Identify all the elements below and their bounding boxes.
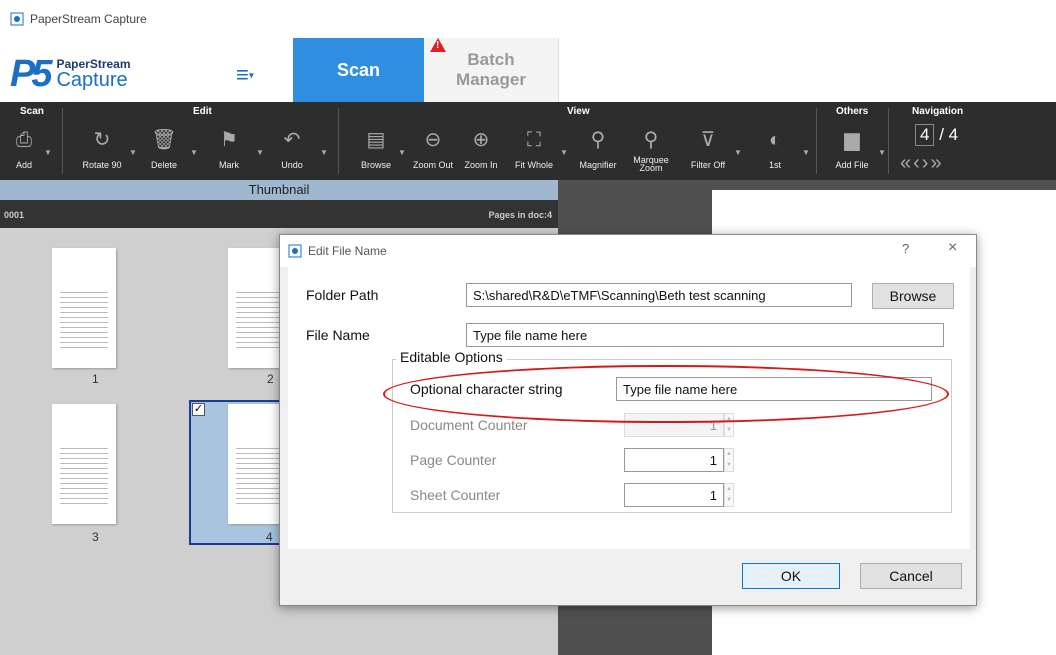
mark-button[interactable]: ⚑ Mark — [199, 126, 259, 170]
optional-string-input[interactable] — [616, 377, 932, 401]
thumbnail-number: 2 — [267, 372, 274, 386]
marquee-zoom-icon: ⚲ — [643, 129, 659, 151]
folder-path-input[interactable] — [466, 283, 852, 307]
chevron-down-icon[interactable]: ▼ — [734, 148, 742, 157]
page-counter-input[interactable] — [624, 448, 724, 472]
dialog-title: Edit File Name — [308, 244, 387, 258]
current-page-input[interactable]: 4 — [915, 124, 935, 146]
sheet-counter-spinner[interactable]: ▲ ▼ — [724, 483, 734, 507]
browse-view-button[interactable]: ▤ Browse — [346, 126, 406, 170]
thumbnail-page-1[interactable] — [52, 248, 116, 368]
chevron-down-icon[interactable]: ▼ — [320, 148, 328, 157]
chevron-down-icon[interactable]: ▼ — [560, 148, 568, 157]
folder-path-label: Folder Path — [306, 287, 379, 303]
dialog-body: Folder Path Browse File Name Editable Op… — [288, 267, 970, 549]
ribbon-separator — [888, 108, 889, 174]
thumbnail-doc-bar: 0001 Pages in doc:4 — [0, 200, 558, 228]
group-label-view: View — [567, 106, 590, 117]
thumbnail-number: 3 — [92, 530, 99, 544]
document-counter-spinner[interactable]: ▲ ▼ — [724, 413, 734, 437]
thumbnail-header: Thumbnail — [0, 180, 558, 200]
hamburger-menu-icon[interactable]: ≡▾ — [236, 62, 254, 88]
ribbon-toolbar: Scan Edit View Others Navigation ⎙ Add ▼ … — [0, 102, 1056, 180]
help-icon[interactable]: ? — [902, 241, 909, 256]
thumbnail-number: 4 — [266, 530, 273, 544]
trash-icon: 🗑 — [151, 129, 177, 151]
document-counter-label: Document Counter — [410, 417, 528, 433]
editable-options-legend: Editable Options — [396, 349, 507, 365]
add-file-button[interactable]: ▆ Add File — [822, 126, 882, 170]
browse-icon: ▤ — [366, 129, 386, 151]
zoom-in-icon: ⊕ — [472, 129, 490, 151]
paperstream-logo: P5 PaperStream Capture — [10, 52, 131, 96]
sheet-counter-input[interactable] — [624, 483, 724, 507]
add-file-icon: ▆ — [844, 129, 860, 151]
thumbnail-page-3[interactable] — [52, 404, 116, 524]
group-label-navigation: Navigation — [912, 106, 964, 117]
filter-off-icon: ⊽ — [700, 129, 716, 151]
tab-batch-label-1: Batch — [467, 50, 515, 70]
group-label-edit: Edit — [193, 106, 212, 117]
page-navigation-count: 4 / 4 — [915, 124, 958, 146]
rotate-icon: ↻ — [93, 129, 111, 151]
group-label-others: Others — [836, 106, 869, 117]
app-icon — [10, 12, 24, 26]
delete-button[interactable]: 🗑 Delete — [134, 126, 194, 170]
ok-button[interactable]: OK — [742, 563, 840, 589]
close-icon[interactable]: × — [948, 239, 957, 257]
thumbnail-checkbox[interactable]: ✓ — [192, 403, 205, 416]
last-page-arrow-icon[interactable]: » — [930, 152, 943, 174]
page-counter-label: Page Counter — [410, 452, 497, 468]
pages-in-doc: Pages in doc:4 — [488, 210, 552, 220]
cancel-button[interactable]: Cancel — [860, 563, 962, 589]
filter-off-button[interactable]: ⊽ Filter Off — [678, 126, 738, 170]
undo-icon: ↶ — [283, 129, 301, 151]
first-page-icon: ◐ — [768, 129, 782, 151]
zoom-in-button[interactable]: ⊕ Zoom In — [451, 126, 511, 170]
total-pages: 4 — [948, 125, 959, 144]
dialog-titlebar: Edit File Name ? × — [280, 235, 976, 267]
page-counter-spinner[interactable]: ▲ ▼ — [724, 448, 734, 472]
navigation-arrows: «‹›» — [900, 152, 944, 175]
chevron-down-icon[interactable]: ▼ — [44, 148, 52, 157]
marquee-zoom-button[interactable]: ⚲ Marquee Zoom — [621, 126, 681, 173]
thumbnail-number: 1 — [92, 372, 99, 386]
ribbon-separator — [816, 108, 817, 174]
logo-text-bottom: Capture — [56, 69, 128, 91]
chevron-down-icon[interactable]: ▼ — [190, 148, 198, 157]
fit-whole-icon: ⛶ — [527, 129, 541, 151]
chevron-down-icon[interactable]: ▼ — [802, 148, 810, 157]
group-label-scan: Scan — [20, 106, 44, 117]
tab-batch-label-2: Manager — [456, 70, 526, 89]
warning-triangle-icon — [430, 38, 446, 52]
ribbon-separator — [62, 108, 63, 174]
logo-mark: P5 — [10, 52, 53, 95]
prev-page-arrow-icon[interactable]: ‹ — [913, 152, 922, 174]
magnifier-icon: ⚲ — [590, 129, 606, 151]
undo-button[interactable]: ↶ Undo — [262, 126, 322, 170]
optional-string-label: Optional character string — [410, 381, 563, 397]
flag-icon: ⚑ — [220, 129, 238, 151]
tab-scan[interactable]: Scan — [293, 38, 424, 102]
file-name-label: File Name — [306, 327, 370, 343]
browse-button[interactable]: Browse — [872, 283, 954, 309]
sheet-counter-label: Sheet Counter — [410, 487, 501, 503]
fit-whole-button[interactable]: ⛶ Fit Whole — [504, 126, 564, 170]
edit-file-name-dialog: Edit File Name ? × Folder Path Browse Fi… — [279, 234, 977, 606]
first-page-button[interactable]: ◐ 1st — [745, 126, 805, 170]
chevron-down-icon[interactable]: ▼ — [878, 148, 886, 157]
app-icon — [288, 244, 302, 258]
first-page-arrow-icon[interactable]: « — [900, 152, 913, 174]
tab-scan-label: Scan — [336, 59, 381, 80]
dialog-footer: OK Cancel — [280, 549, 976, 605]
file-name-input[interactable] — [466, 323, 944, 347]
magnifier-button[interactable]: ⚲ Magnifier — [568, 126, 628, 170]
window-titlebar: PaperStream Capture — [0, 0, 1056, 38]
window-title: PaperStream Capture — [30, 12, 147, 26]
rotate-button[interactable]: ↻ Rotate 90 — [72, 126, 132, 170]
doc-id: 0001 — [4, 210, 25, 220]
document-counter-input[interactable] — [624, 413, 724, 437]
ribbon-separator — [338, 108, 339, 174]
